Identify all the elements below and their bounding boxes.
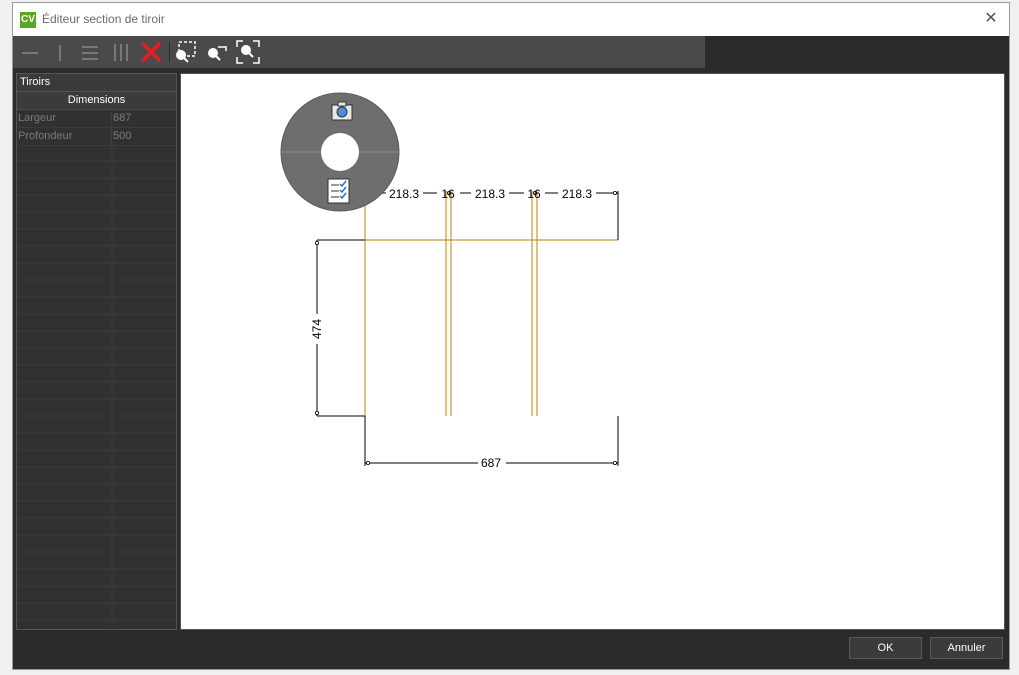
toolbar — [13, 36, 705, 68]
dimension-lines — [316, 191, 619, 466]
property-row-width[interactable]: Largeur 687 — [17, 110, 176, 128]
radial-menu[interactable] — [280, 92, 400, 212]
dialog-footer: OK Annuler — [13, 633, 1009, 669]
dim-top-2: 16 — [441, 187, 455, 201]
ok-button[interactable]: OK — [849, 637, 922, 659]
dim-top-3: 218.3 — [475, 187, 505, 201]
checklist-icon[interactable] — [327, 178, 351, 204]
dim-left: 474 — [310, 319, 324, 339]
delete-icon[interactable] — [138, 39, 164, 65]
dim-top-5: 218.3 — [562, 187, 592, 201]
vertical-lines-icon[interactable] — [108, 39, 134, 65]
dim-top-4: 16 — [527, 187, 541, 201]
property-grid-empty-rows — [17, 144, 176, 629]
property-value[interactable]: 687 — [113, 110, 131, 127]
cancel-button[interactable]: Annuler — [930, 637, 1003, 659]
window-title: Éditeur section de tiroir — [42, 12, 165, 26]
panel-header: Tiroirs — [17, 74, 176, 92]
dim-bottom: 687 — [481, 456, 501, 470]
camera-icon[interactable] — [330, 100, 354, 122]
dimension-markers — [314, 191, 617, 465]
vertical-line-icon[interactable] — [47, 39, 73, 65]
dialog-window: CV Éditeur section de tiroir ✕ Tiroirs D… — [12, 2, 1010, 670]
property-value[interactable]: 500 — [113, 128, 131, 145]
property-label: Profondeur — [17, 128, 112, 145]
drawer-properties-panel: Tiroirs Dimensions Largeur 687 Profondeu… — [16, 73, 177, 630]
title-bar: CV Éditeur section de tiroir ✕ — [13, 3, 1009, 36]
app-icon: CV — [20, 12, 36, 28]
toolbar-separator — [169, 42, 170, 62]
drawer-outline — [364, 191, 618, 416]
horizontal-lines-icon[interactable] — [77, 39, 103, 65]
property-label: Largeur — [17, 110, 112, 127]
close-icon[interactable]: ✕ — [981, 9, 1001, 29]
horizontal-line-icon[interactable] — [17, 39, 43, 65]
zoom-extents-icon[interactable] — [235, 39, 261, 65]
zoom-out-icon[interactable] — [204, 39, 230, 65]
dimensions-section-header[interactable]: Dimensions — [17, 92, 176, 110]
zoom-window-icon[interactable] — [173, 39, 199, 65]
drawing-canvas[interactable]: 218.3 16 218.3 16 218.3 687 474 — [180, 73, 1005, 630]
